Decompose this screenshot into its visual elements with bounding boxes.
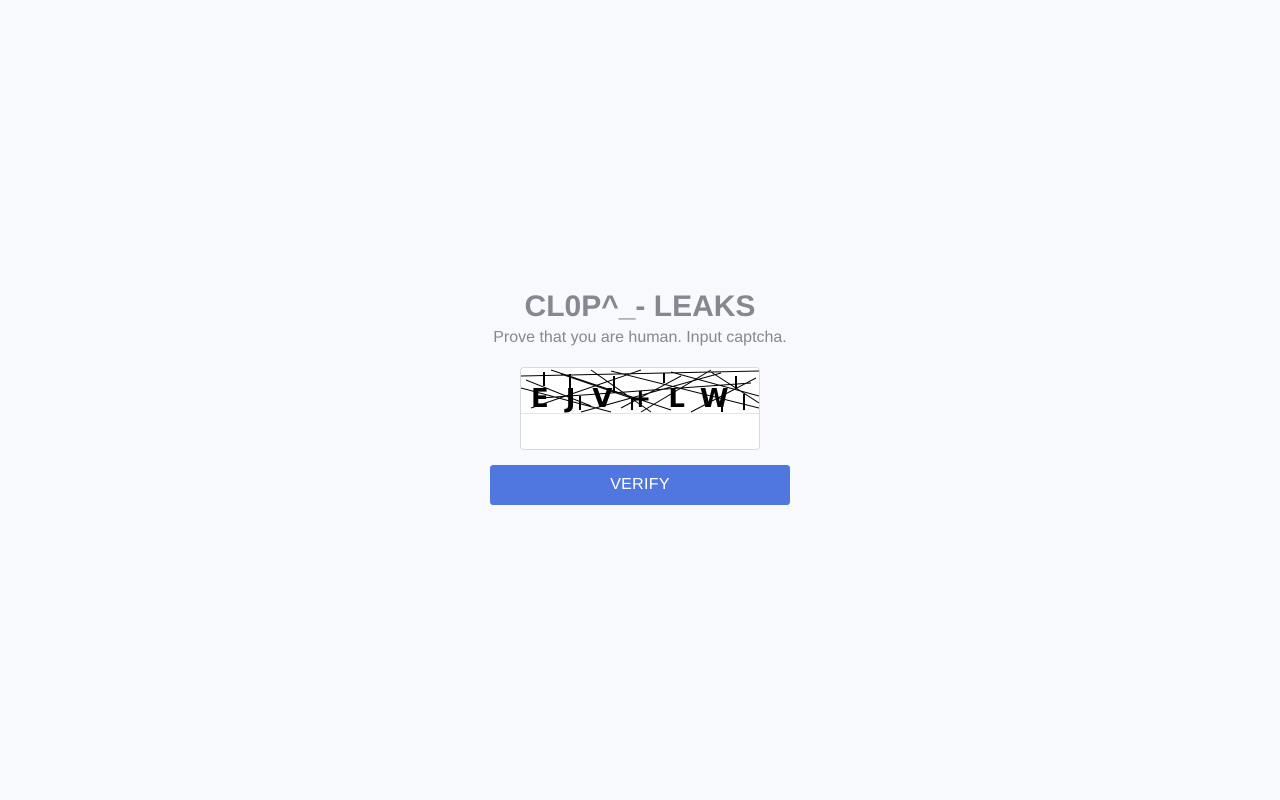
verify-button[interactable]: VERIFY: [490, 465, 790, 505]
captcha-text: EJV+LW: [531, 384, 746, 414]
page-title: CL0P^_- LEAKS: [524, 290, 756, 323]
captcha-image: EJV+LW: [521, 368, 759, 414]
captcha-box: EJV+LW: [520, 367, 760, 450]
instruction-text: Prove that you are human. Input captcha.: [493, 329, 787, 346]
captcha-page: CL0P^_- LEAKS Prove that you are human. …: [0, 0, 1280, 800]
captcha-panel: CL0P^_- LEAKS Prove that you are human. …: [490, 288, 790, 505]
captcha-input[interactable]: [521, 414, 759, 449]
